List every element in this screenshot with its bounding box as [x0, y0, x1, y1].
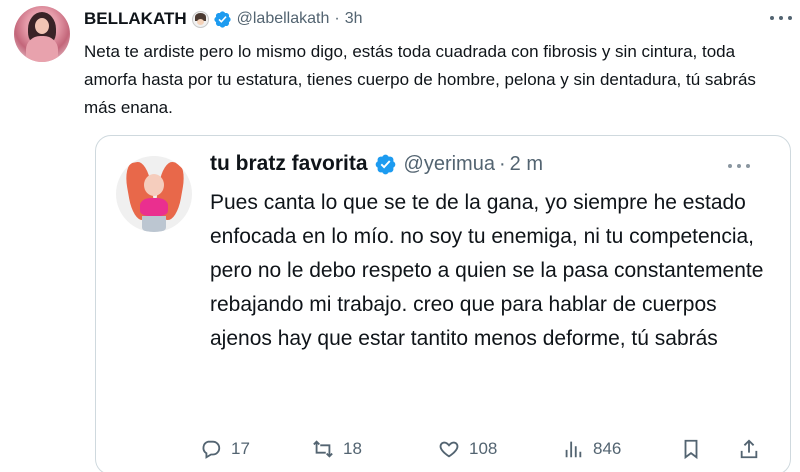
- separator-dot: ·: [334, 10, 340, 27]
- avatar-body: [26, 36, 58, 62]
- bookmark-icon: [684, 439, 698, 460]
- reply-button[interactable]: 17: [200, 434, 250, 464]
- quoted-avatar[interactable]: [116, 156, 192, 232]
- quoted-tweet-text: Pues canta lo que se te de la gana, yo s…: [210, 191, 764, 350]
- timestamp[interactable]: 3h: [345, 10, 363, 28]
- author-name[interactable]: BELLAKATH: [84, 9, 187, 29]
- views-button[interactable]: 846: [562, 434, 621, 464]
- avatar-pants: [142, 216, 166, 232]
- tweet-header: BELLAKATH @labellakath · 3h: [84, 8, 363, 30]
- separator-dot: ·: [498, 152, 506, 175]
- quoted-author-handle[interactable]: @yerimua: [404, 153, 495, 176]
- quoted-author-name[interactable]: tu bratz favorita: [210, 152, 368, 176]
- tweet-text: Neta te ardiste pero lo mismo digo, está…: [84, 42, 756, 117]
- retweet-button[interactable]: 18: [312, 434, 362, 464]
- verified-badge-icon: [375, 154, 395, 174]
- share-button[interactable]: [738, 434, 769, 464]
- quoted-tweet[interactable]: tu bratz favorita @yerimua · 2 m Pues ca…: [95, 135, 791, 472]
- quoted-header: tu bratz favorita @yerimua · 2 m: [210, 150, 543, 178]
- woman-emoji-icon: [191, 10, 209, 28]
- more-options-icon[interactable]: [770, 14, 792, 22]
- views-count: 846: [593, 439, 622, 458]
- reply-count: 17: [231, 439, 250, 458]
- avatar-top: [140, 198, 168, 216]
- share-icon: [740, 439, 758, 459]
- like-count: 108: [469, 439, 498, 458]
- more-options-icon[interactable]: [728, 162, 750, 170]
- avatar-face: [35, 18, 49, 34]
- avatar[interactable]: [14, 6, 70, 62]
- reply-icon: [202, 440, 221, 459]
- like-button[interactable]: 108: [438, 434, 497, 464]
- verified-badge-icon: [214, 10, 231, 28]
- views-icon: [565, 441, 582, 458]
- bookmark-button[interactable]: [680, 434, 711, 464]
- avatar-face: [144, 174, 164, 196]
- like-icon: [439, 441, 459, 458]
- author-handle[interactable]: @labellakath: [237, 10, 330, 28]
- action-bar: 17 18 108 846: [200, 434, 800, 464]
- quoted-timestamp[interactable]: 2 m: [510, 153, 543, 176]
- retweet-count: 18: [343, 439, 362, 458]
- retweet-icon: [313, 440, 333, 458]
